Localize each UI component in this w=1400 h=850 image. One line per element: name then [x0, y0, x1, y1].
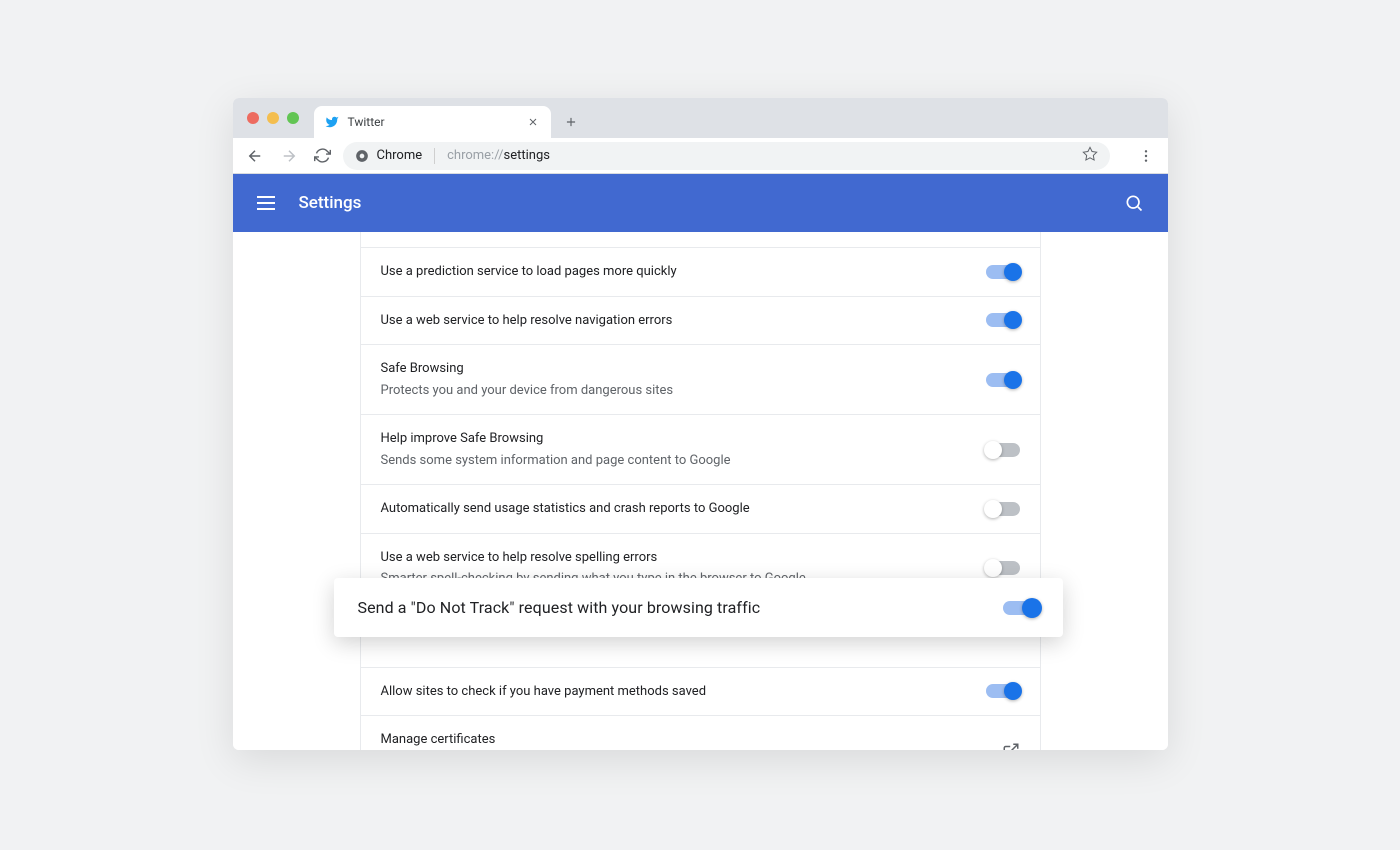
tab-title: Twitter — [348, 115, 385, 129]
setting-title: Use a web service to help resolve naviga… — [381, 311, 986, 331]
browser-tab[interactable]: Twitter — [314, 106, 551, 138]
setting-title: Allow sites to check if you have payment… — [381, 682, 986, 702]
setting-subtitle: Sends some system information and page c… — [381, 451, 986, 471]
omnibox-url: chrome://settings — [447, 148, 550, 163]
window-controls — [247, 112, 299, 124]
omnibox-prefix: Chrome — [377, 148, 423, 163]
close-window-button[interactable] — [247, 112, 259, 124]
setting-title: Use a web service to help resolve spelli… — [381, 548, 986, 568]
setting-row-improve-safe-browsing[interactable]: Help improve Safe Browsing Sends some sy… — [361, 415, 1040, 485]
toggle-payment-methods[interactable] — [986, 684, 1020, 698]
twitter-icon — [324, 114, 340, 130]
do-not-track-card[interactable]: Send a "Do Not Track" request with your … — [334, 578, 1063, 637]
menu-icon[interactable] — [257, 193, 277, 213]
browser-window: Twitter Chrome chrome://settings — [233, 98, 1168, 750]
setting-row-partial — [361, 232, 1040, 248]
setting-row-navigation-errors[interactable]: Use a web service to help resolve naviga… — [361, 297, 1040, 346]
maximize-window-button[interactable] — [287, 112, 299, 124]
setting-row-certificates[interactable]: Manage certificates Manage HTTPS/SSL cer… — [361, 716, 1040, 750]
setting-title: Automatically send usage statistics and … — [381, 499, 986, 519]
do-not-track-label: Send a "Do Not Track" request with your … — [358, 598, 1003, 617]
toggle-navigation-errors[interactable] — [986, 313, 1020, 327]
toggle-safe-browsing[interactable] — [986, 373, 1020, 387]
toggle-prediction[interactable] — [986, 265, 1020, 279]
settings-panel: Use a prediction service to load pages m… — [360, 232, 1041, 750]
setting-title: Help improve Safe Browsing — [381, 429, 986, 449]
reload-button[interactable] — [309, 142, 337, 170]
external-link-icon — [1002, 742, 1020, 751]
setting-title: Use a prediction service to load pages m… — [381, 262, 986, 282]
setting-row-safe-browsing[interactable]: Safe Browsing Protects you and your devi… — [361, 345, 1040, 415]
settings-header: Settings — [233, 174, 1168, 232]
setting-title: Manage certificates — [381, 730, 1002, 750]
toggle-do-not-track[interactable] — [1003, 601, 1039, 615]
setting-subtitle: Protects you and your device from danger… — [381, 381, 986, 401]
toggle-spelling[interactable] — [986, 561, 1020, 575]
close-tab-button[interactable] — [525, 114, 541, 130]
setting-row-payment-methods[interactable]: Allow sites to check if you have payment… — [361, 668, 1040, 717]
forward-button[interactable] — [275, 142, 303, 170]
setting-title: Safe Browsing — [381, 359, 986, 379]
setting-row-prediction[interactable]: Use a prediction service to load pages m… — [361, 248, 1040, 297]
toggle-usage-stats[interactable] — [986, 502, 1020, 516]
address-bar[interactable]: Chrome chrome://settings — [343, 142, 1110, 170]
minimize-window-button[interactable] — [267, 112, 279, 124]
chrome-icon — [355, 149, 369, 163]
new-tab-button[interactable] — [557, 108, 585, 136]
toggle-improve-safe-browsing[interactable] — [986, 443, 1020, 457]
back-button[interactable] — [241, 142, 269, 170]
browser-menu-button[interactable] — [1132, 142, 1160, 170]
bookmark-star-icon[interactable] — [1082, 146, 1098, 166]
toolbar: Chrome chrome://settings — [233, 138, 1168, 174]
setting-row-usage-stats[interactable]: Automatically send usage statistics and … — [361, 485, 1040, 534]
omnibox-separator — [434, 148, 435, 164]
search-icon[interactable] — [1124, 193, 1144, 213]
tab-bar: Twitter — [233, 98, 1168, 138]
settings-content: Use a prediction service to load pages m… — [233, 232, 1168, 750]
settings-title: Settings — [299, 193, 362, 213]
